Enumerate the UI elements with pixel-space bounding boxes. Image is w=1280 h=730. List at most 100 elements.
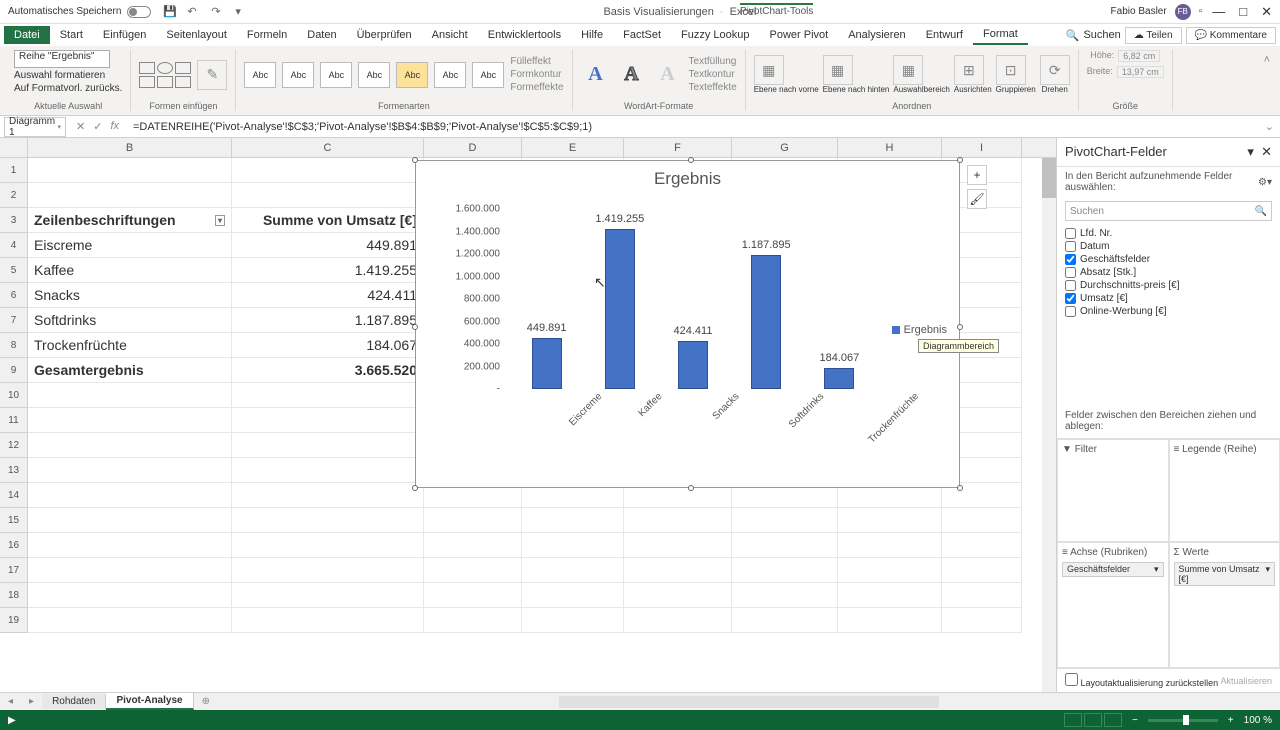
text-fill-button[interactable]: Textfüllung [689,56,737,67]
shape-line-icon[interactable] [175,62,191,74]
select-all-corner[interactable] [0,138,28,157]
row-header[interactable]: 19 [0,608,28,633]
col-header-g[interactable]: G [732,138,838,157]
row-header[interactable]: 16 [0,533,28,558]
row-header[interactable]: 3 [0,208,28,233]
cell[interactable] [232,483,424,508]
row-header[interactable]: 8 [0,333,28,358]
shape-style-1[interactable]: Abc [244,62,276,88]
cell[interactable] [624,558,732,583]
chart-handle[interactable] [957,485,963,491]
undo-icon[interactable]: ↶ [187,5,201,19]
height-value[interactable]: 6,82 cm [1118,50,1160,62]
tab-einfuegen[interactable]: Einfügen [93,26,156,44]
qat-dropdown-icon[interactable]: ▾ [235,5,249,19]
cell[interactable] [232,558,424,583]
tab-entwicklertools[interactable]: Entwicklertools [478,26,571,44]
x-axis-labels[interactable]: EiscremeKaffeeSnacksSoftdrinksTrockenfrü… [510,391,876,461]
close-icon[interactable]: ✕ [1261,4,1272,20]
cell[interactable]: Kaffee [28,258,232,283]
chart-element-dropdown[interactable]: Reihe "Ergebnis" [14,50,110,68]
cell[interactable] [232,533,424,558]
cell[interactable] [28,458,232,483]
cell[interactable]: 1.419.255 [232,258,424,283]
chart-handle[interactable] [957,324,963,330]
cell[interactable]: Snacks [28,283,232,308]
bring-forward-icon[interactable]: ▦ [754,55,784,85]
shape-text-icon[interactable] [175,76,191,88]
cell[interactable] [732,558,838,583]
maximize-icon[interactable]: □ [1239,4,1247,20]
pivot-chart[interactable]: Ergebnis + 🖌 1.600.0001.400.0001.200.000… [415,160,960,488]
chart-styles-button[interactable]: 🖌 [967,189,987,209]
row-header[interactable]: 6 [0,283,28,308]
share-button[interactable]: ☁ Teilen [1125,27,1182,44]
area-axis[interactable]: ≡ Achse (Rubriken) Geschäftsfelder▾ [1057,542,1169,669]
row-header[interactable]: 10 [0,383,28,408]
cell[interactable] [232,583,424,608]
reset-style-button[interactable]: Auf Formatvorl. zurücks. [14,83,122,94]
change-shape-button[interactable]: ✎ [197,60,227,90]
cell[interactable] [232,183,424,208]
col-header-h[interactable]: H [838,138,942,157]
row-header[interactable]: 1 [0,158,28,183]
cell[interactable] [28,558,232,583]
zoom-in-icon[interactable]: + [1228,715,1234,726]
cell[interactable] [838,608,942,633]
chart-handle[interactable] [412,485,418,491]
comments-button[interactable]: 💬 Kommentare [1186,27,1276,44]
row-header[interactable]: 14 [0,483,28,508]
tab-datei[interactable]: Datei [4,26,50,44]
cell[interactable] [942,558,1022,583]
tab-start[interactable]: Start [50,26,93,44]
wordart-style-3[interactable]: A [653,61,683,89]
cell[interactable] [424,608,522,633]
cell[interactable] [232,383,424,408]
name-box[interactable]: Diagramm 1 [4,117,66,137]
area-values[interactable]: Σ Werte Summe von Umsatz [€]▾ [1169,542,1280,669]
collapse-ribbon-icon[interactable]: ˄ [1264,54,1270,66]
field-item[interactable]: Geschäftsfelder [1065,253,1272,266]
cell[interactable] [522,608,624,633]
expand-formula-icon[interactable]: ⌄ [1259,120,1280,133]
tab-format[interactable]: Format [973,25,1028,45]
field-checkbox[interactable] [1065,280,1076,291]
text-effects-button[interactable]: Texteffekte [689,82,737,93]
row-header[interactable]: 12 [0,433,28,458]
cell[interactable] [522,533,624,558]
tab-formeln[interactable]: Formeln [237,26,297,44]
col-header-i[interactable]: I [942,138,1022,157]
defer-layout-checkbox[interactable]: Layoutaktualisierung zurückstellen [1065,673,1218,688]
shape-palette[interactable] [139,62,191,88]
shape-curve-icon[interactable] [157,76,173,88]
autosave-toggle[interactable]: Automatisches Speichern [8,6,151,18]
cell[interactable] [28,483,232,508]
tab-seitenlayout[interactable]: Seitenlayout [156,26,237,44]
wordart-style-1[interactable]: A [581,61,611,89]
col-header-e[interactable]: E [522,138,624,157]
cell[interactable] [424,508,522,533]
cell[interactable] [732,533,838,558]
row-header[interactable]: 17 [0,558,28,583]
cell[interactable] [942,533,1022,558]
zoom-slider[interactable] [1148,719,1218,722]
col-header-c[interactable]: C [232,138,424,157]
cell[interactable]: Eiscreme [28,233,232,258]
row-header[interactable]: 15 [0,508,28,533]
send-backward-icon[interactable]: ▦ [823,55,853,85]
cell[interactable] [838,583,942,608]
area-filter[interactable]: ▼ Filter [1057,439,1169,542]
cell[interactable] [732,608,838,633]
save-icon[interactable]: 💾 [163,5,177,19]
cell[interactable]: Gesamtergebnis [28,358,232,383]
normal-view-icon[interactable] [1064,713,1082,727]
sheet-tab-rohdaten[interactable]: Rohdaten [42,694,106,709]
format-selection-button[interactable]: Auswahl formatieren [14,70,105,81]
field-item[interactable]: Umsatz [€] [1065,292,1272,305]
col-header-b[interactable]: B [28,138,232,157]
cell[interactable] [28,583,232,608]
tab-ansicht[interactable]: Ansicht [422,26,478,44]
cell[interactable] [28,158,232,183]
cell[interactable]: 3.665.520 [232,358,424,383]
cell[interactable]: Zeilenbeschriftungen▾ [28,208,232,233]
